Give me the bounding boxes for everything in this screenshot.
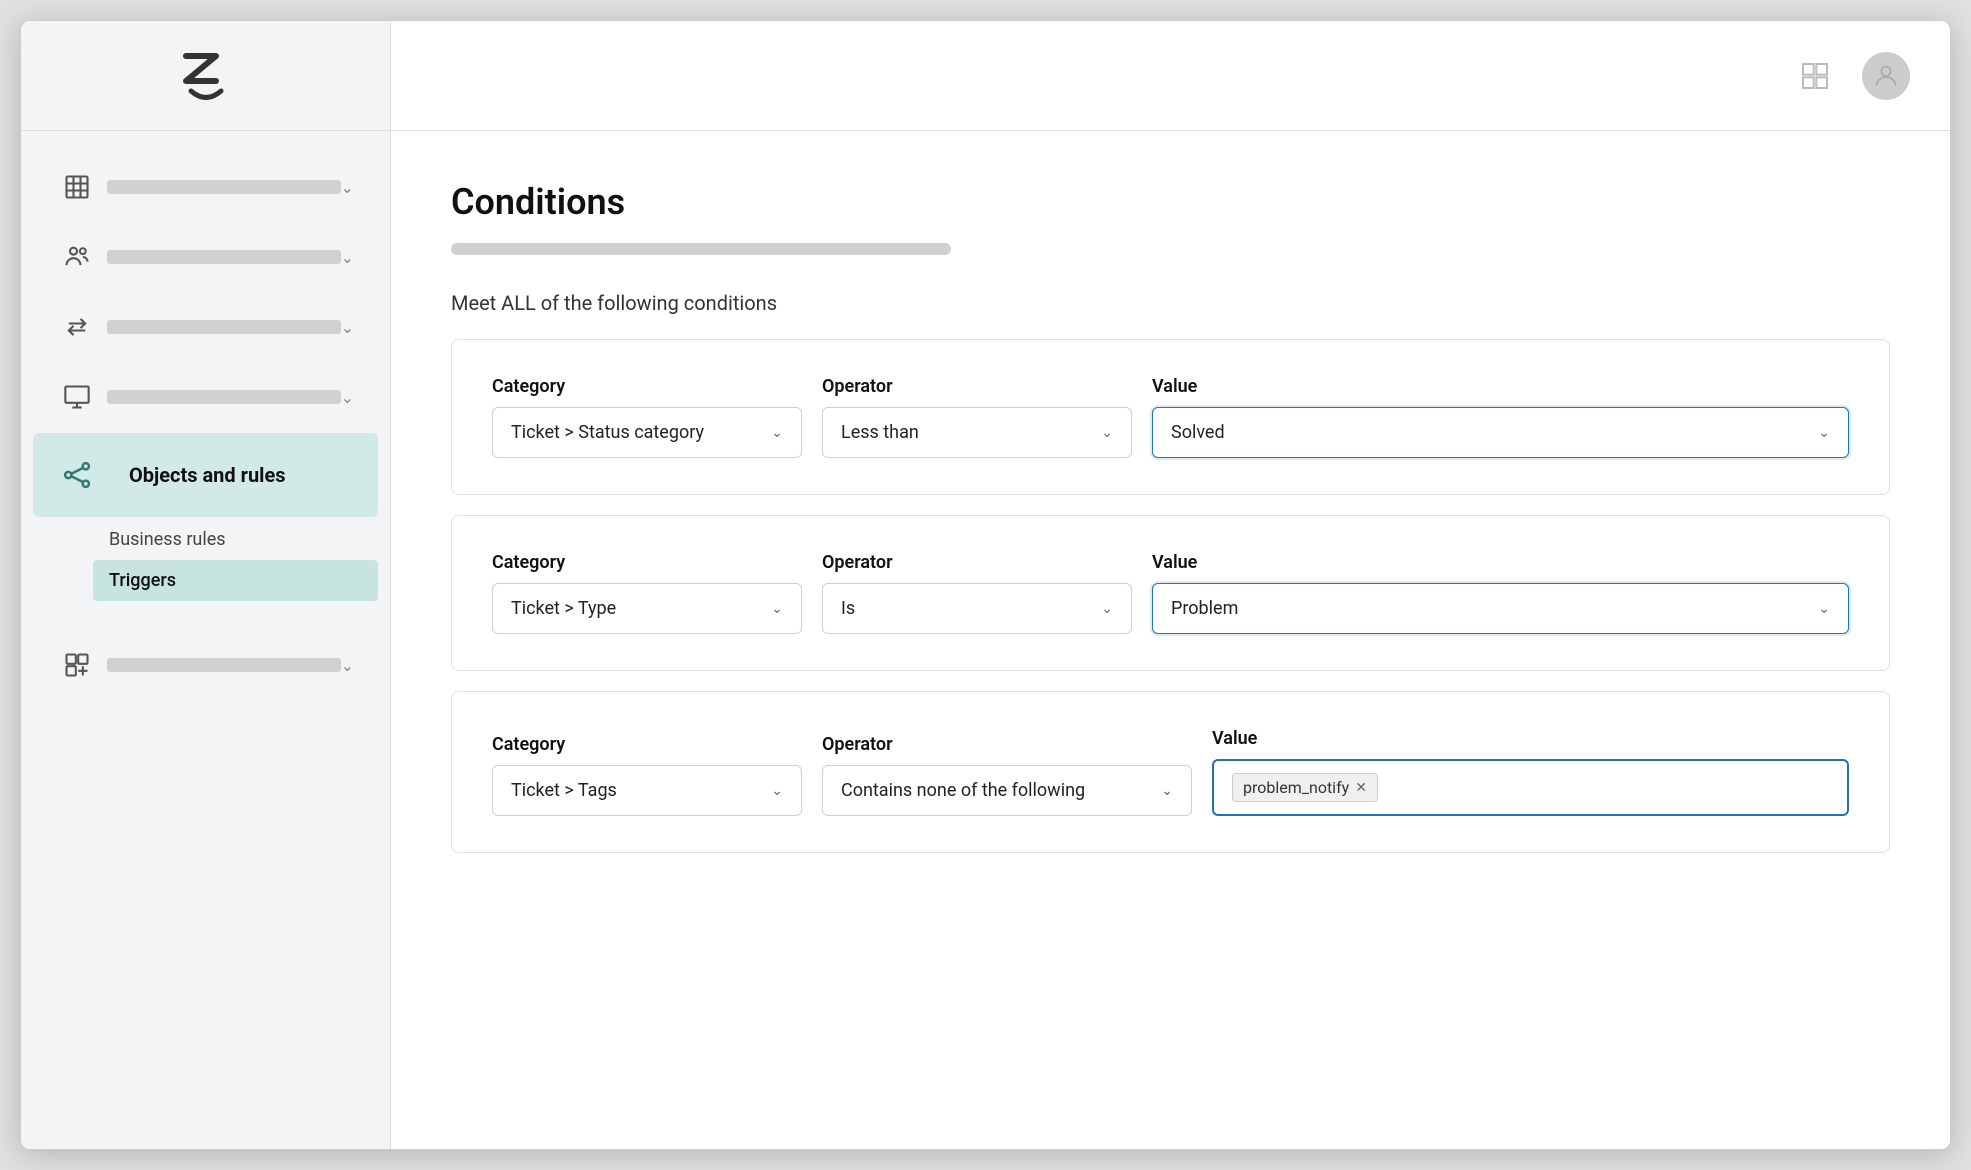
value-field-group-2: Value Problem ⌄: [1152, 552, 1849, 634]
grid-add-icon: [57, 645, 97, 685]
operator-chevron-1: ⌄: [1101, 425, 1113, 441]
chevron-people: ⌄: [341, 248, 354, 267]
value-label-3: Value: [1212, 728, 1849, 749]
operator-value-2: Is: [841, 598, 855, 619]
category-label-1: Category: [492, 376, 802, 397]
grid-view-icon[interactable]: [1792, 53, 1838, 99]
operator-chevron-2: ⌄: [1101, 601, 1113, 617]
nav-label-bar-people: [107, 250, 341, 264]
monitor-icon: [57, 377, 97, 417]
logo-area: [21, 21, 390, 131]
condition-row-2: Category Ticket > Type ⌄ Operator Is ⌄: [451, 515, 1890, 671]
chevron-building: ⌄: [341, 178, 354, 197]
tag-problem-notify: problem_notify ✕: [1232, 773, 1378, 802]
section-label: Meet ALL of the following conditions: [451, 291, 1890, 315]
sub-nav-business-rules[interactable]: Business rules: [93, 519, 378, 560]
operator-select-1[interactable]: Less than ⌄: [822, 407, 1132, 458]
chevron-grid-add: ⌄: [341, 656, 354, 675]
value-select-2[interactable]: Problem ⌄: [1152, 583, 1849, 634]
main-content: Conditions Meet ALL of the following con…: [391, 21, 1950, 1149]
category-select-1[interactable]: Ticket > Status category ⌄: [492, 407, 802, 458]
value-label-2: Value: [1152, 552, 1849, 573]
sub-nav-triggers[interactable]: Triggers: [93, 560, 378, 601]
sidebar-item-people[interactable]: ⌄: [33, 223, 378, 291]
sidebar-item-building[interactable]: ⌄: [33, 153, 378, 221]
operator-select-2[interactable]: Is ⌄: [822, 583, 1132, 634]
category-label-3: Category: [492, 734, 802, 755]
chevron-arrows: ⌄: [341, 318, 354, 337]
category-value-2: Ticket > Type: [511, 598, 616, 619]
category-field-group-3: Category Ticket > Tags ⌄: [492, 734, 802, 816]
condition-row-fields-1: Category Ticket > Status category ⌄ Oper…: [492, 376, 1849, 458]
category-chevron-1: ⌄: [771, 425, 783, 441]
operator-label-1: Operator: [822, 376, 1132, 397]
category-select-2[interactable]: Ticket > Type ⌄: [492, 583, 802, 634]
building-icon: [57, 167, 97, 207]
sub-nav: Business rules Triggers: [21, 519, 390, 601]
nav-label-bar-arrows: [107, 320, 341, 334]
category-value-1: Ticket > Status category: [511, 422, 704, 443]
nav-label-bar-grid-add: [107, 658, 341, 672]
nav-label-bar-building: [107, 180, 341, 194]
category-select-3[interactable]: Ticket > Tags ⌄: [492, 765, 802, 816]
sidebar-item-grid-add[interactable]: ⌄: [33, 631, 378, 699]
content-area: Conditions Meet ALL of the following con…: [391, 131, 1950, 1149]
value-tag-input-3[interactable]: problem_notify ✕: [1212, 759, 1849, 816]
sidebar: ⌄ ⌄: [21, 21, 391, 1149]
objects-label: Objects and rules: [105, 449, 342, 501]
condition-row-3: Category Ticket > Tags ⌄ Operator Contai…: [451, 691, 1890, 853]
operator-value-1: Less than: [841, 422, 919, 443]
value-label-1: Value: [1152, 376, 1849, 397]
category-value-3: Ticket > Tags: [511, 780, 617, 801]
condition-row-1: Category Ticket > Status category ⌄ Oper…: [451, 339, 1890, 495]
operator-label-3: Operator: [822, 734, 1192, 755]
value-field-group-1: Value Solved ⌄: [1152, 376, 1849, 458]
user-avatar[interactable]: [1862, 52, 1910, 100]
nav-label-bar-monitor: [107, 390, 341, 404]
category-label-2: Category: [492, 552, 802, 573]
category-chevron-3: ⌄: [771, 783, 783, 799]
value-value-1: Solved: [1171, 422, 1225, 443]
chevron-monitor: ⌄: [341, 388, 354, 407]
operator-field-group-3: Operator Contains none of the following …: [822, 734, 1192, 816]
condition-row-fields-2: Category Ticket > Type ⌄ Operator Is ⌄: [492, 552, 1849, 634]
sidebar-item-monitor[interactable]: ⌄: [33, 363, 378, 431]
sidebar-item-arrows[interactable]: ⌄: [33, 293, 378, 361]
value-chevron-2: ⌄: [1818, 601, 1830, 617]
objects-icon: [57, 455, 97, 495]
nav-items: ⌄ ⌄: [21, 131, 390, 1149]
category-field-group-2: Category Ticket > Type ⌄: [492, 552, 802, 634]
value-field-group-3: Value problem_notify ✕: [1212, 728, 1849, 816]
value-value-2: Problem: [1171, 598, 1238, 619]
operator-select-3[interactable]: Contains none of the following ⌄: [822, 765, 1192, 816]
progress-bar: [451, 243, 951, 255]
people-icon: [57, 237, 97, 277]
value-chevron-1: ⌄: [1818, 425, 1830, 441]
operator-field-group-2: Operator Is ⌄: [822, 552, 1132, 634]
tag-remove-button[interactable]: ✕: [1355, 780, 1367, 796]
page-title: Conditions: [451, 181, 1890, 223]
operator-field-group-1: Operator Less than ⌄: [822, 376, 1132, 458]
operator-value-3: Contains none of the following: [841, 780, 1085, 801]
value-select-1[interactable]: Solved ⌄: [1152, 407, 1849, 458]
operator-chevron-3: ⌄: [1161, 783, 1173, 799]
progress-bar-container: [451, 243, 1890, 255]
tag-label: problem_notify: [1243, 778, 1349, 797]
category-chevron-2: ⌄: [771, 601, 783, 617]
operator-label-2: Operator: [822, 552, 1132, 573]
category-field-group-1: Category Ticket > Status category ⌄: [492, 376, 802, 458]
topbar: [391, 21, 1950, 131]
arrows-icon: [57, 307, 97, 347]
condition-row-fields-3: Category Ticket > Tags ⌄ Operator Contai…: [492, 728, 1849, 816]
sidebar-item-objects[interactable]: Objects and rules: [33, 433, 378, 517]
zendesk-logo: [166, 46, 246, 106]
